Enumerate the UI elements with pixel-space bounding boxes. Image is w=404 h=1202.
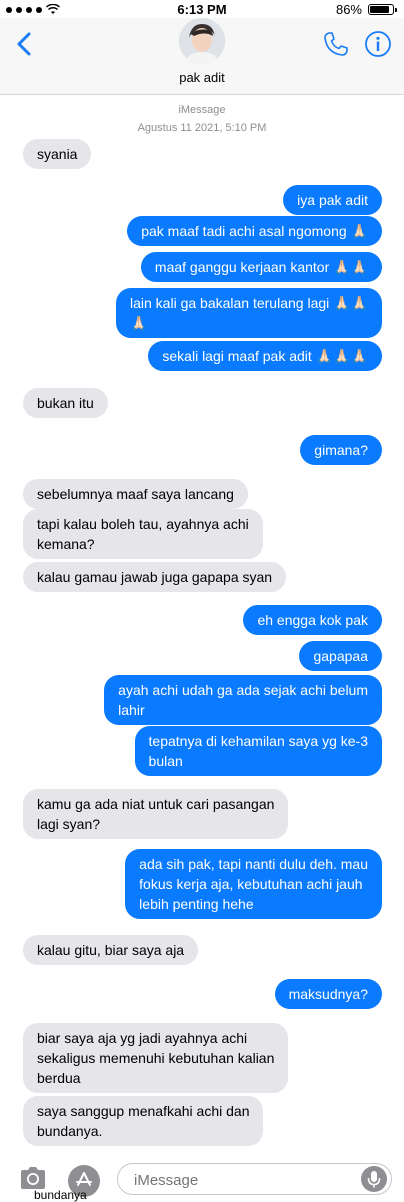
message-bubble-incoming[interactable]: bukan itu bbox=[23, 388, 108, 418]
message-bubble-incoming[interactable]: kalau gitu, biar saya aja bbox=[23, 935, 199, 965]
message-bubble-outgoing[interactable]: maksudnya? bbox=[274, 979, 382, 1009]
message-bubble-incoming[interactable]: biar saya aja yg jadi ayahnya achi sekal… bbox=[23, 1023, 289, 1093]
message-bubble-outgoing[interactable]: lain kali ga bakalan terulang lagi 🙏🏻🙏🏻 … bbox=[116, 288, 382, 338]
conversation-header: pak adit bbox=[0, 18, 404, 95]
message-bubble-incoming[interactable]: kamu ga ada niat untuk cari pasangan lag… bbox=[23, 789, 289, 839]
message-bubble-outgoing[interactable]: ayah achi udah ga ada sejak achi belum l… bbox=[104, 675, 382, 725]
message-bubble-outgoing[interactable]: sekali lagi maaf pak adit 🙏🏻🙏🏻🙏🏻 bbox=[148, 341, 382, 371]
chevron-left-icon[interactable] bbox=[12, 28, 36, 60]
battery-icon bbox=[368, 4, 397, 15]
timestamp: Agustus 11 2021, 5:10 PM bbox=[137, 122, 267, 134]
message-input[interactable] bbox=[132, 1168, 346, 1192]
message-bubble-incoming[interactable]: syania bbox=[23, 139, 92, 169]
battery-percent: 86% bbox=[335, 2, 362, 17]
microphone-icon[interactable] bbox=[361, 1166, 387, 1192]
message-bubble-incoming[interactable]: kalau gamau jawab juga gapapa syan bbox=[23, 562, 287, 592]
message-bubble-outgoing[interactable]: gimana? bbox=[300, 435, 382, 465]
status-bar: 6:13 PM 86% bbox=[0, 0, 404, 20]
phone-icon[interactable] bbox=[322, 30, 350, 58]
service-label: iMessage bbox=[178, 104, 226, 116]
message-bubble-outgoing[interactable]: ada sih pak, tapi nanti dulu deh. mau fo… bbox=[125, 849, 382, 919]
message-bubble-outgoing[interactable]: eh engga kok pak bbox=[243, 605, 382, 635]
message-thread[interactable]: iMessage Agustus 11 2021, 5:10 PM syania… bbox=[0, 95, 404, 1155]
message-bubble-incoming[interactable]: saya sanggup menafkahi achi dan bundanya… bbox=[23, 1096, 264, 1146]
message-bubble-outgoing[interactable]: pak maaf tadi achi asal ngomong 🙏🏻 bbox=[127, 216, 382, 246]
message-bubble-incoming[interactable]: sebelumnya maaf saya lancang bbox=[23, 479, 248, 509]
message-input-field[interactable] bbox=[117, 1163, 392, 1195]
message-bubble-incoming[interactable]: tapi kalau boleh tau, ayahnya achi keman… bbox=[23, 509, 263, 559]
info-icon[interactable] bbox=[364, 30, 392, 58]
contact-name[interactable]: pak adit bbox=[0, 70, 404, 85]
message-bubble-outgoing[interactable]: maaf ganggu kerjaan kantor 🙏🏻🙏🏻 bbox=[140, 252, 382, 282]
message-bubble-outgoing[interactable]: iya pak adit bbox=[283, 185, 382, 215]
message-bubble-outgoing[interactable]: gapapaa bbox=[299, 641, 382, 671]
avatar[interactable] bbox=[179, 18, 225, 64]
message-bubble-outgoing[interactable]: tepatnya di kehamilan saya yg ke-3 bulan bbox=[134, 726, 382, 776]
